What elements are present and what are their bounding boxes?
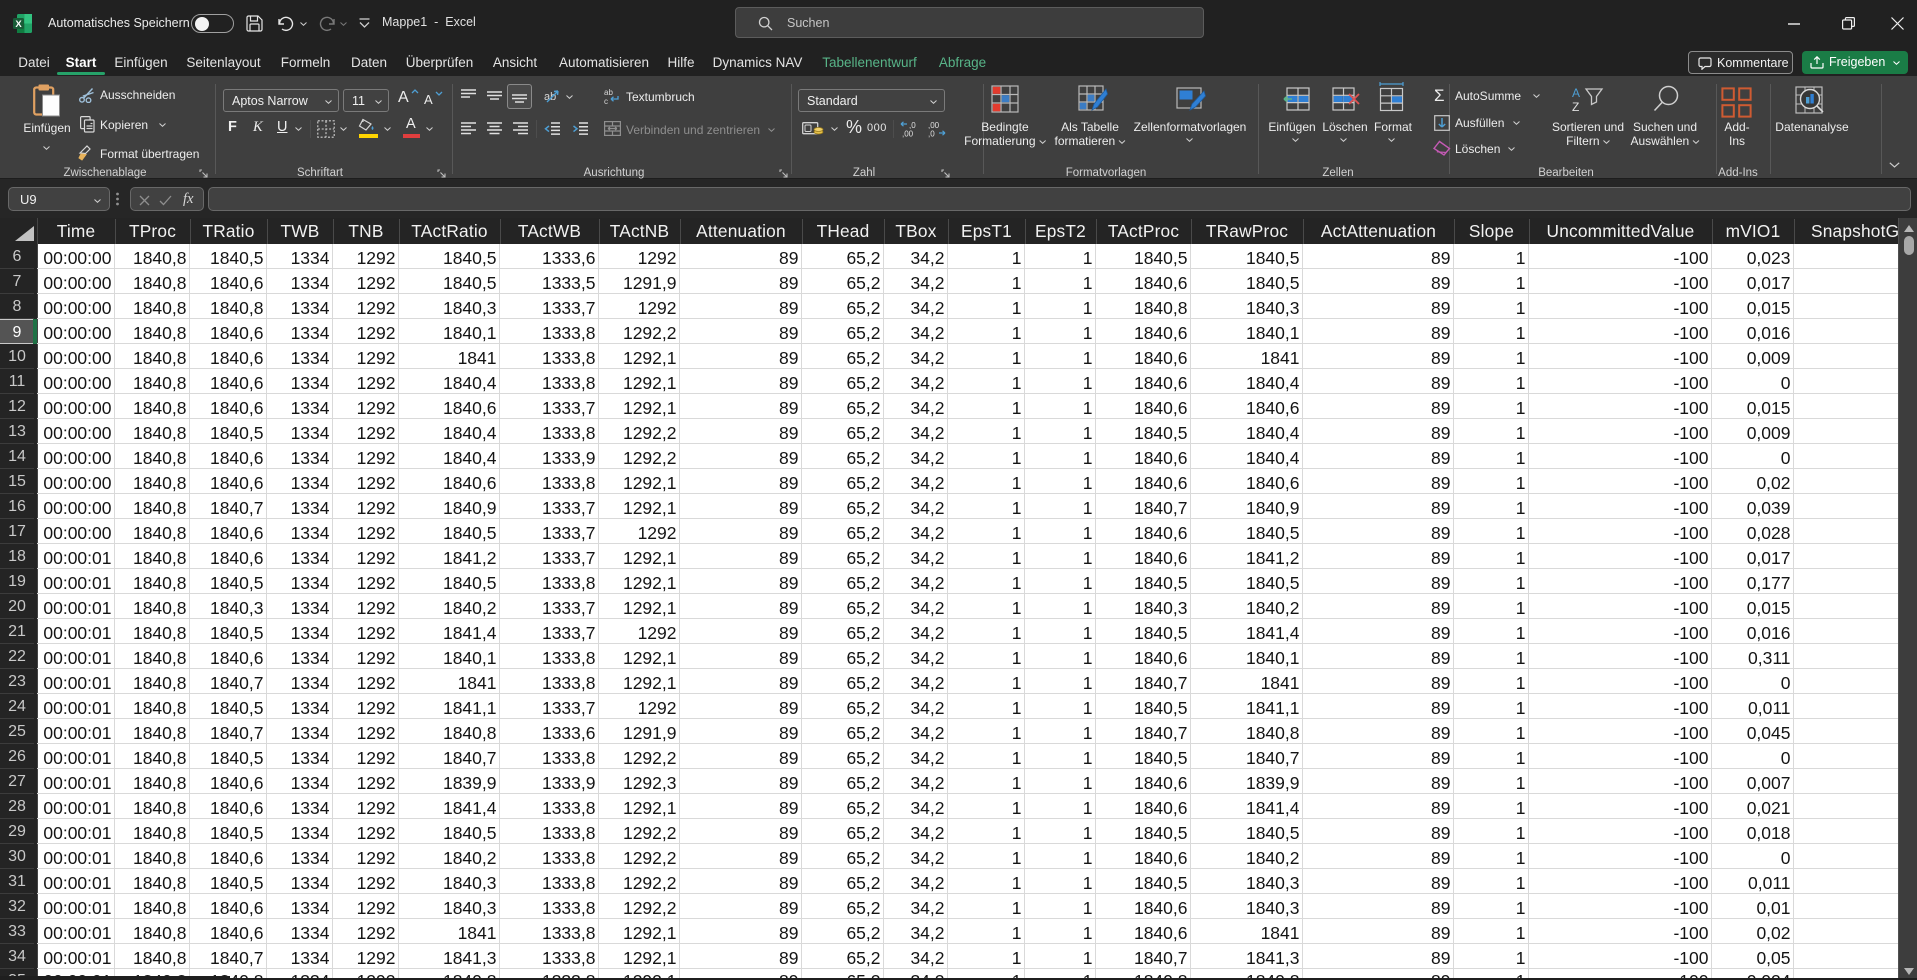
svg-text:A: A bbox=[1572, 86, 1580, 100]
svg-text:Z: Z bbox=[1572, 100, 1579, 113]
svg-text:c: c bbox=[604, 97, 608, 105]
svg-text:ab: ab bbox=[604, 88, 613, 97]
svg-text:,0: ,0 bbox=[928, 130, 935, 139]
svg-text:ab: ab bbox=[544, 91, 556, 103]
svg-text:X: X bbox=[15, 19, 22, 30]
svg-text:,00: ,00 bbox=[902, 130, 914, 139]
